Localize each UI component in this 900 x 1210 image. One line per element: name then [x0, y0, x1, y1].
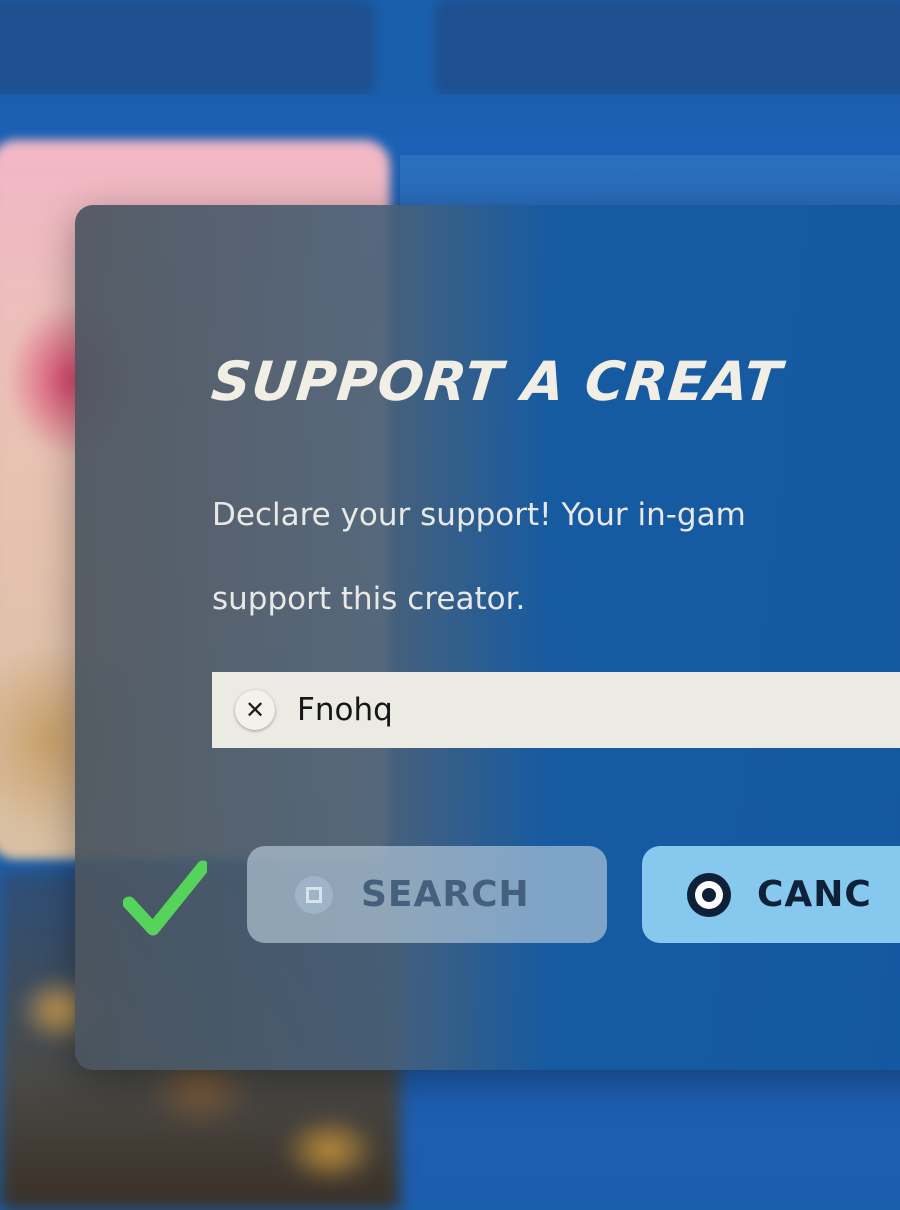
background-tile-left: [0, 0, 375, 95]
checkmark-icon: [123, 860, 207, 936]
close-icon[interactable]: ✕: [235, 690, 275, 730]
search-button-label: SEARCH: [361, 874, 530, 915]
support-a-creator-dialog: SUPPORT A CREAT Declare your support! Yo…: [75, 205, 900, 1070]
dialog-description: Declare your support! Your in-gam suppor…: [212, 497, 746, 617]
circle-button-icon: [687, 872, 731, 917]
creator-code-input[interactable]: [297, 692, 897, 728]
cancel-button[interactable]: CANC: [642, 846, 900, 943]
search-button[interactable]: SEARCH: [247, 846, 607, 943]
background-tile-right: [435, 0, 900, 95]
square-button-icon: [295, 875, 333, 914]
cancel-button-label: CANC: [757, 874, 872, 915]
creator-code-field[interactable]: ✕: [212, 672, 900, 748]
dialog-title: SUPPORT A CREAT: [208, 350, 786, 413]
